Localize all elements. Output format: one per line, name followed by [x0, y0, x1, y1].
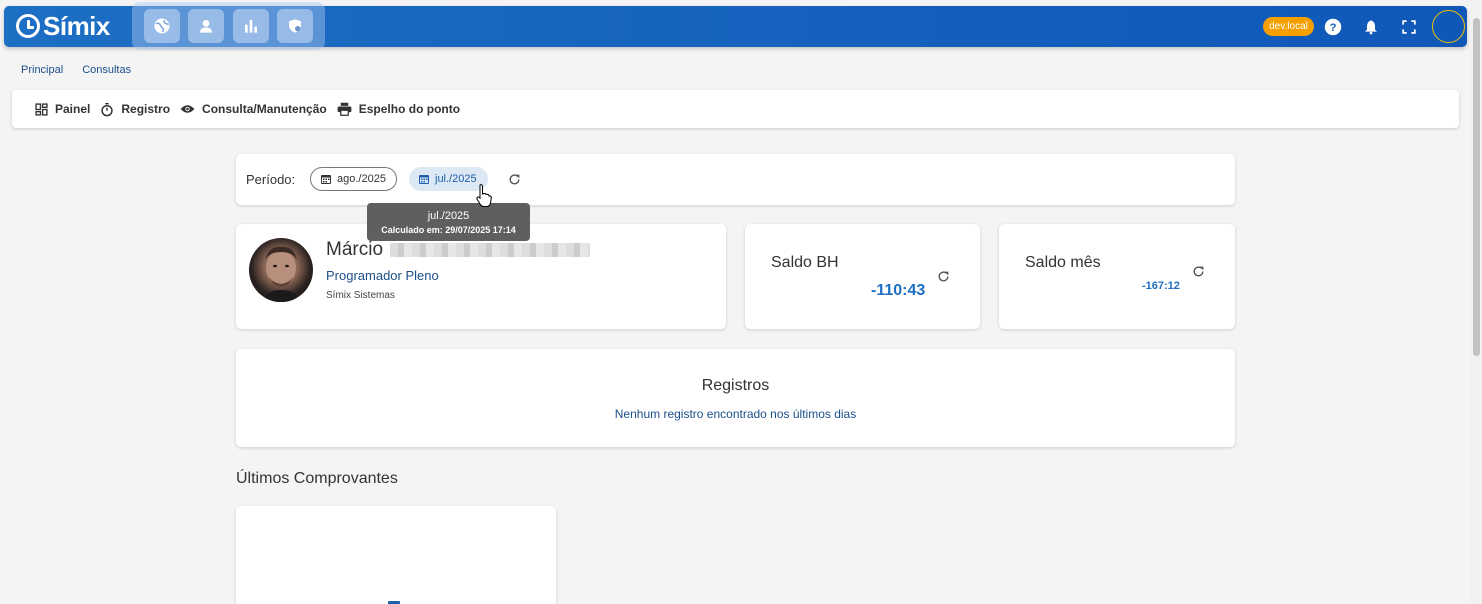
period-chip-label: ago./2025	[337, 173, 386, 185]
module-globe-button[interactable]	[144, 9, 181, 43]
registros-card: Registros Nenhum registro encontrado nos…	[236, 349, 1235, 447]
nav-registro[interactable]: Registro	[100, 102, 170, 117]
breadcrumb: Principal Consultas	[21, 64, 131, 76]
tooltip-detail: Calculado em: 29/07/2025 17:14	[381, 224, 516, 235]
person-icon	[200, 20, 213, 33]
top-app-bar: Símix dev.local ?	[4, 2, 1467, 50]
tooltip-title: jul./2025	[427, 209, 470, 222]
nav-espelho-ponto[interactable]: Espelho do ponto	[337, 102, 460, 116]
user-avatar[interactable]	[1432, 10, 1465, 43]
bar-chart-icon	[244, 20, 257, 33]
help-button[interactable]: ?	[1322, 16, 1344, 38]
saldo-mes-card: Saldo mês -167:12	[999, 224, 1235, 329]
comprovante-card[interactable]	[236, 506, 556, 604]
period-chip-ago-2025[interactable]: ago./2025	[310, 167, 397, 191]
employee-first-name: Márcio	[326, 239, 384, 260]
dashboard-icon	[35, 102, 48, 116]
nav-espelho-label: Espelho do ponto	[358, 102, 461, 116]
notifications-button[interactable]	[1360, 16, 1382, 38]
breadcrumb-consultas[interactable]: Consultas	[82, 64, 131, 76]
registros-empty-message: Nenhum registro encontrado nos últimos d…	[614, 407, 857, 421]
saldo-mes-value: -167:12	[1142, 280, 1180, 292]
redacted-surname	[390, 243, 590, 257]
module-person-button[interactable]	[188, 9, 225, 43]
logo-text: Símix	[43, 10, 110, 41]
bell-icon	[1365, 20, 1377, 35]
refresh-saldo-bh-icon[interactable]	[937, 270, 950, 283]
nav-painel-label: Painel	[55, 102, 91, 116]
refresh-saldo-mes-icon[interactable]	[1192, 265, 1205, 278]
comprovantes-title: Últimos Comprovantes	[236, 470, 398, 487]
nav-consulta-manutencao[interactable]: Consulta/Manutenção	[180, 102, 327, 116]
simix-logo[interactable]: Símix	[16, 10, 110, 42]
help-icon: ?	[1324, 18, 1342, 36]
nav-painel[interactable]: Painel	[35, 102, 90, 116]
page-scrollbar-thumb[interactable]	[1473, 18, 1480, 356]
printer-icon	[337, 102, 352, 116]
fullscreen-button[interactable]	[1398, 16, 1420, 38]
period-tooltip: jul./2025 Calculado em: 29/07/2025 17:14	[367, 203, 530, 241]
module-shield-button[interactable]	[276, 9, 313, 43]
fullscreen-icon	[1402, 20, 1416, 34]
stopwatch-icon	[101, 102, 114, 116]
svg-text:?: ?	[1330, 22, 1337, 34]
employee-company: Símix Sistemas	[326, 290, 395, 301]
eye-icon	[180, 105, 195, 113]
saldo-mes-title: Saldo mês	[1025, 254, 1101, 271]
calendar-icon	[419, 175, 429, 184]
globe-icon	[154, 18, 170, 34]
clock-logo-icon	[16, 14, 40, 38]
refresh-period-icon[interactable]	[508, 173, 521, 186]
env-badge: dev.local	[1263, 17, 1314, 36]
saldo-bh-value: -110:43	[871, 282, 926, 299]
saldo-bh-title: Saldo BH	[771, 254, 839, 271]
saldo-bh-card: Saldo BH -110:43	[745, 224, 980, 329]
nav-registro-label: Registro	[121, 102, 171, 116]
module-chart-button[interactable]	[232, 9, 269, 43]
breadcrumb-principal[interactable]: Principal	[21, 64, 63, 76]
calendar-icon	[321, 175, 331, 184]
registros-title: Registros	[701, 377, 770, 394]
profile-face-image	[263, 246, 299, 302]
sub-navigation: Painel Registro Consulta/Manutenção Espe…	[12, 90, 1459, 128]
shield-icon	[288, 19, 301, 33]
module-switcher	[132, 2, 325, 50]
hand-cursor-icon	[476, 184, 492, 207]
profile-photo	[249, 238, 313, 302]
nav-consulta-label: Consulta/Manutenção	[202, 102, 327, 116]
periodo-card: Período: ago./2025 jul./2025	[236, 154, 1235, 205]
periodo-label: Período:	[246, 172, 296, 187]
period-chip-label: jul./2025	[435, 173, 477, 185]
employee-role: Programador Pleno	[326, 268, 439, 283]
